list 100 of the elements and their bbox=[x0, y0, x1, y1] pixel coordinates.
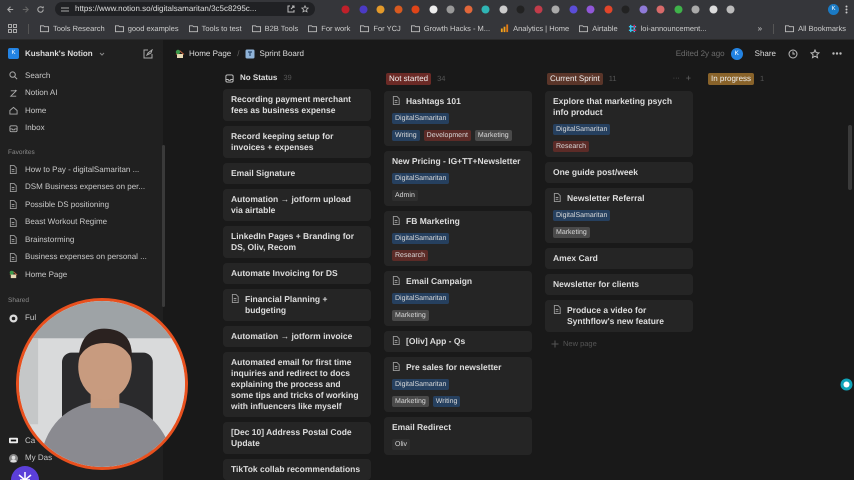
sidebar-item[interactable]: Beast Workout Regime bbox=[0, 214, 163, 231]
folder-icon bbox=[360, 24, 370, 33]
new-page-icon[interactable] bbox=[143, 48, 153, 58]
address-bar[interactable]: https://www.notion.so/digitalsamaritan/3c5c8295c... bbox=[55, 2, 315, 16]
card[interactable]: LinkedIn Pages + Branding for DS, Oliv, Recom bbox=[223, 226, 371, 258]
card-title: Produce a video for Synthflow's new feature bbox=[567, 305, 665, 327]
sidebar-item[interactable]: Home bbox=[0, 102, 163, 120]
sidebar-item[interactable]: Possible DS positioning bbox=[0, 196, 163, 214]
sidebar-item[interactable]: Search bbox=[0, 67, 163, 84]
card-title: Automation → jotform invoice bbox=[231, 331, 352, 342]
reload-icon[interactable] bbox=[36, 4, 45, 14]
card-title: Automated email for first time inquiries and redirect to docs explaining the process and some tips and tricks of working with influencers like myself bbox=[231, 357, 360, 412]
card-title: Automate Invoicing for DS bbox=[231, 268, 338, 279]
folder-icon bbox=[410, 24, 420, 33]
status-icon bbox=[225, 74, 234, 82]
back-icon[interactable] bbox=[6, 4, 15, 14]
column-title: No Status bbox=[240, 72, 278, 84]
sidebar-item[interactable]: Ca bbox=[0, 432, 36, 450]
folder-icon bbox=[308, 24, 318, 33]
house-icon bbox=[9, 270, 18, 280]
breadcrumb[interactable]: Sprint Board bbox=[245, 48, 304, 60]
card-title: Pre sales for newsletter bbox=[406, 362, 502, 373]
sidebar-item[interactable]: My Das bbox=[0, 450, 52, 467]
folder-icon bbox=[785, 24, 794, 33]
card[interactable]: Automation → jotform upload via airtable bbox=[223, 189, 371, 221]
page-icon bbox=[9, 165, 18, 174]
page-icon bbox=[9, 235, 18, 244]
page-icon bbox=[9, 218, 18, 227]
card-title: Automation → jotform upload via airtable bbox=[231, 194, 352, 216]
card[interactable]: Automate Invoicing for DS bbox=[223, 263, 371, 284]
external-link-icon[interactable] bbox=[287, 5, 295, 13]
favorite-star-icon[interactable] bbox=[810, 48, 820, 58]
chevron-icon[interactable] bbox=[98, 52, 105, 56]
card[interactable]: Record keeping setup for invoices + expenses bbox=[223, 126, 371, 158]
card-title: Email Redirect bbox=[392, 422, 452, 433]
card[interactable]: Automation → jotform invoice bbox=[223, 326, 371, 347]
badge-icon bbox=[9, 436, 18, 446]
card[interactable]: Recording payment merchant fees as business expense bbox=[223, 89, 371, 121]
card-title: Email Signature bbox=[231, 168, 296, 179]
plus-icon bbox=[551, 340, 559, 348]
card-title: Email Campaign bbox=[406, 276, 472, 287]
card-title: Amex Card bbox=[553, 253, 598, 264]
circle-icon bbox=[9, 314, 18, 323]
card[interactable]: [Oliv] App - Qs bbox=[384, 331, 532, 352]
sidebar-item[interactable]: Ful bbox=[0, 310, 36, 327]
more-icon[interactable] bbox=[832, 52, 842, 55]
board-icon bbox=[245, 48, 256, 58]
status-tag: In progress bbox=[708, 73, 754, 85]
sidebar-item[interactable]: Business expenses on personal ... bbox=[0, 248, 163, 266]
card-title: Newsletter Referral bbox=[567, 193, 644, 204]
sidebar-item[interactable]: Notion AI bbox=[0, 84, 163, 102]
card[interactable]: Email Signature bbox=[223, 163, 371, 184]
folder-icon bbox=[579, 24, 588, 33]
history-icon[interactable] bbox=[788, 48, 798, 58]
card[interactable]: [Dec 10] Address Postal Code Update bbox=[223, 422, 371, 454]
search-icon bbox=[9, 71, 18, 80]
card-title: [Oliv] App - Qs bbox=[406, 336, 466, 347]
edited-time: Edited 2y ago bbox=[676, 48, 725, 60]
breadcrumb[interactable]: Home Page bbox=[175, 48, 232, 60]
scrollbar[interactable] bbox=[848, 125, 852, 190]
card[interactable]: Automated email for first time inquiries and redirect to docs explaining the process and some tips and tricks of working with influencers like myself bbox=[223, 352, 371, 417]
workspace-name[interactable]: Kushank's Notion bbox=[25, 48, 93, 60]
sidebar-item[interactable]: Brainstorming bbox=[0, 231, 163, 248]
card-title: TikTok collab recommendations bbox=[231, 464, 360, 475]
site-settings-icon[interactable] bbox=[61, 6, 69, 12]
card[interactable]: One guide post/week bbox=[545, 162, 693, 183]
sidebar-item[interactable]: Home Page bbox=[0, 266, 163, 284]
card-title: Financial Planning + budgeting bbox=[245, 294, 328, 316]
sidebar-item[interactable]: DSM Business expenses on per... bbox=[0, 178, 163, 196]
folder-icon bbox=[252, 24, 261, 33]
page-icon bbox=[9, 182, 18, 192]
card-title: Newsletter for clients bbox=[553, 279, 639, 290]
help-widget-icon[interactable] bbox=[840, 378, 853, 391]
home-icon bbox=[9, 106, 18, 116]
sidebar-item[interactable]: How to Pay - digitalSamaritan ... bbox=[0, 161, 163, 178]
card-title: FB Marketing bbox=[406, 216, 460, 227]
page-icon bbox=[9, 252, 18, 262]
card-title: [Dec 10] Address Postal Code Update bbox=[231, 427, 353, 449]
card[interactable]: Amex Card bbox=[545, 248, 693, 269]
card[interactable]: Financial Planning + budgeting bbox=[223, 289, 371, 321]
house-icon bbox=[175, 48, 185, 58]
star-icon[interactable] bbox=[301, 5, 309, 13]
inbox-icon bbox=[9, 124, 18, 133]
avatar-icon bbox=[9, 454, 18, 463]
card-title: LinkedIn Pages + Branding for DS, Oliv, Recom bbox=[231, 231, 356, 253]
bar-chart-icon bbox=[500, 24, 510, 33]
url-text: https://www.notion.so/digitalsamaritan/3c5c8295c... bbox=[75, 3, 256, 15]
menu-icon[interactable] bbox=[845, 4, 848, 14]
card-title: Record keeping setup for invoices + expenses bbox=[231, 131, 334, 153]
apps-grid-icon[interactable] bbox=[8, 24, 17, 33]
card[interactable]: Produce a video for Synthflow's new feature bbox=[545, 300, 693, 332]
folder-icon bbox=[188, 24, 198, 33]
more-bookmarks-button[interactable]: » bbox=[758, 22, 762, 34]
card[interactable]: Newsletter for clients bbox=[545, 274, 693, 295]
sidebar-item[interactable]: Inbox bbox=[0, 120, 163, 137]
share-button[interactable]: Share bbox=[754, 48, 776, 60]
page-icon bbox=[9, 200, 18, 210]
status-tag: Current Sprint bbox=[547, 73, 603, 85]
folder-icon bbox=[114, 24, 124, 33]
card[interactable]: TikTok collab recommendations bbox=[223, 459, 371, 480]
